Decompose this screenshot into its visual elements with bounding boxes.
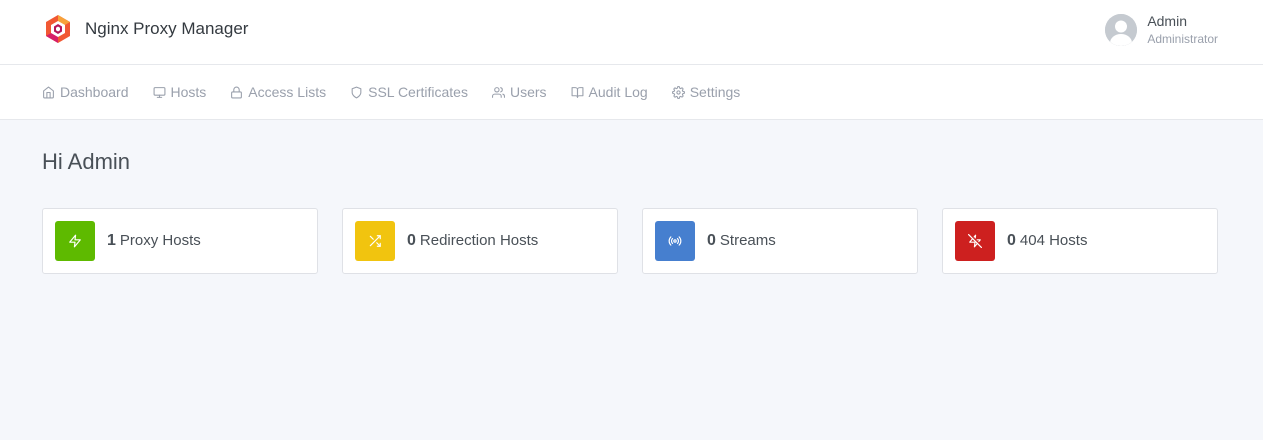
stat-label: Redirection Hosts: [419, 232, 539, 249]
nav-item-users[interactable]: Users: [491, 84, 547, 100]
zap-off-icon: [968, 234, 982, 248]
nav-item-access-lists[interactable]: Access Lists: [230, 84, 326, 100]
nav-item-label: Hosts: [170, 84, 207, 100]
stat-icon-box: [655, 221, 695, 261]
stat-count: 0: [707, 232, 716, 249]
proxy-hosts-card[interactable]: 1 Proxy Hosts: [42, 208, 318, 274]
brand-name: Nginx Proxy Manager: [85, 19, 249, 38]
nav-item-label: Settings: [689, 84, 741, 100]
nav-item-label: Users: [509, 84, 547, 100]
settings-icon: [671, 85, 685, 99]
brand-link[interactable]: Nginx Proxy Manager: [42, 13, 248, 45]
user-name: Admin: [1147, 13, 1187, 29]
stat-icon-box: [55, 221, 95, 261]
shuffle-icon: [369, 235, 381, 247]
404-hosts-card[interactable]: 0 404 Hosts: [942, 208, 1218, 274]
streams-card[interactable]: 0 Streams: [642, 208, 918, 274]
book-icon: [571, 86, 583, 98]
user-role: Administrator: [1147, 32, 1218, 46]
home-icon: [43, 86, 54, 98]
users-icon: [491, 86, 505, 98]
stat-count: 1: [107, 232, 116, 249]
nav-item-settings[interactable]: Settings: [671, 84, 741, 100]
stat-count: 0: [407, 232, 416, 249]
lock-icon: [231, 86, 243, 98]
stat-icon-box: [955, 221, 995, 261]
nginx-proxy-manager-logo-icon: [46, 15, 70, 43]
stat-count: 0: [1007, 232, 1016, 249]
nav-item-label: Dashboard: [60, 84, 129, 100]
radio-icon: [668, 236, 682, 246]
top-header: Nginx Proxy Manager Admin Administrator: [0, 0, 1263, 65]
nav-item-label: Access Lists: [248, 84, 327, 100]
nav-item-label: SSL Certificates: [368, 84, 468, 100]
stat-label: Streams: [719, 232, 776, 249]
monitor-icon: [153, 86, 165, 98]
nav-item-label: Audit Log: [588, 84, 648, 100]
stat-label: Proxy Hosts: [119, 232, 201, 249]
nav-item-dashboard[interactable]: Dashboard: [42, 84, 129, 100]
nav-item-audit-log[interactable]: Audit Log: [571, 84, 648, 100]
redirection-hosts-card[interactable]: 0 Redirection Hosts: [342, 208, 618, 274]
nav-item-hosts[interactable]: Hosts: [153, 84, 207, 100]
nav-item-ssl-certificates[interactable]: SSL Certificates: [350, 84, 468, 100]
main-nav: Dashboard Hosts Access Lists SSL Certifi…: [0, 65, 1263, 120]
page-title: Hi Admin: [42, 149, 131, 174]
shield-icon: [351, 86, 362, 98]
zap-icon: [69, 234, 81, 248]
stat-icon-box: [355, 221, 395, 261]
user-menu[interactable]: Admin Administrator: [1105, 13, 1218, 47]
stat-label: 404 Hosts: [1019, 232, 1088, 249]
avatar: [1105, 14, 1138, 46]
